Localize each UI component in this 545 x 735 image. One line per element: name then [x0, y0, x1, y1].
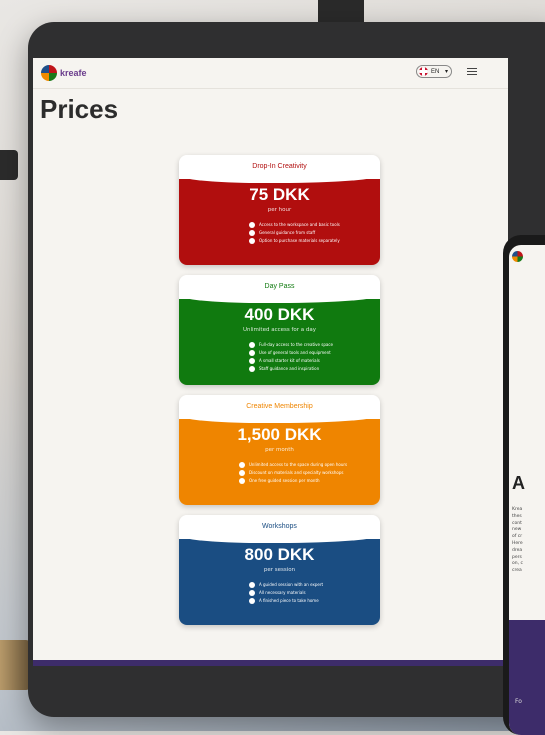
check-icon	[249, 222, 255, 228]
uk-flag-icon	[419, 67, 428, 76]
card-body: 800 DKK per session A guided session wit…	[179, 535, 380, 625]
chevron-down-icon: ▾	[444, 69, 448, 75]
card-period: per month	[265, 447, 294, 453]
pricing-card-workshops[interactable]: Workshops 800 DKK per session A guided s…	[179, 515, 380, 625]
card-body: 400 DKK Unlimited access for a day Full-…	[179, 295, 380, 385]
pricing-card-day-pass[interactable]: Day Pass 400 DKK Unlimited access for a …	[179, 275, 380, 385]
background-device-edge	[0, 150, 18, 180]
palette-logo-icon	[41, 65, 57, 81]
card-price: 800 DKK	[244, 545, 315, 564]
palette-logo-icon	[512, 251, 523, 262]
feature-list: Full-day access to the creative space Us…	[179, 341, 380, 373]
check-icon	[249, 358, 255, 364]
card-price: 75 DKK	[249, 185, 310, 204]
check-icon	[239, 462, 245, 468]
card-price: 1,500 DKK	[237, 425, 322, 444]
check-icon	[249, 230, 255, 236]
language-selector[interactable]: EN ▾	[416, 65, 452, 78]
card-price: 400 DKK	[244, 305, 315, 324]
feature-list: Access to the workspace and basic tools …	[179, 221, 380, 245]
language-label: EN	[431, 68, 440, 75]
tablet-screen: kreafe EN ▾ Prices Drop-In Creativity 75…	[33, 58, 508, 666]
phone-heading: A	[512, 473, 525, 493]
check-icon	[239, 470, 245, 476]
feature-item: A guided session with an expert	[249, 581, 380, 589]
feature-item: Discount on materials and specialty work…	[239, 469, 380, 477]
feature-item: General guidance from staff	[249, 229, 380, 237]
phone-footer-text: Fo	[515, 698, 522, 705]
feature-item: A finished piece to take home	[249, 597, 380, 605]
phone-device: A Krea thes cont new of cr Here drea per…	[503, 235, 545, 735]
card-body: 1,500 DKK per month Unlimited access to …	[179, 415, 380, 505]
logo-text: kreafe	[60, 68, 87, 78]
feature-list: Unlimited access to the space during ope…	[179, 461, 380, 485]
feature-item: Use of general tools and equipment	[249, 349, 380, 357]
feature-item: A small starter kit of materials	[249, 357, 380, 365]
check-icon	[249, 582, 255, 588]
site-logo[interactable]: kreafe	[41, 65, 87, 81]
card-period: per hour	[267, 207, 292, 213]
check-icon	[249, 590, 255, 596]
check-icon	[249, 350, 255, 356]
check-icon	[249, 366, 255, 372]
footer-bar	[33, 660, 508, 666]
check-icon	[239, 478, 245, 484]
card-body: 75 DKK per hour Access to the workspace …	[179, 175, 380, 265]
phone-screen: A Krea thes cont new of cr Here drea per…	[509, 245, 545, 735]
card-period: per session	[263, 567, 296, 573]
feature-item: Unlimited access to the space during ope…	[239, 461, 380, 469]
phone-footer: Fo	[509, 620, 545, 735]
feature-item: Access to the workspace and basic tools	[249, 221, 380, 229]
feature-item: Staff guidance and inspiration	[249, 365, 380, 373]
pricing-card-drop-in[interactable]: Drop-In Creativity 75 DKK per hour Acces…	[179, 155, 380, 265]
feature-item: One free guided session per month	[239, 477, 380, 485]
check-icon	[249, 598, 255, 604]
pricing-card-membership[interactable]: Creative Membership 1,500 DKK per month …	[179, 395, 380, 505]
card-period: Unlimited access for a day	[242, 327, 317, 333]
feature-item: All necessary materials	[249, 589, 380, 597]
phone-body-text: Krea thes cont new of cr Here drea pers …	[512, 507, 523, 574]
hamburger-menu-icon[interactable]	[467, 68, 477, 76]
top-navbar: kreafe EN ▾	[33, 58, 508, 89]
feature-item: Full-day access to the creative space	[249, 341, 380, 349]
page-title: Prices	[40, 94, 119, 124]
feature-item: Option to purchase materials separately	[249, 237, 380, 245]
background-object	[0, 640, 30, 690]
check-icon	[249, 238, 255, 244]
feature-list: A guided session with an expert All nece…	[179, 581, 380, 605]
check-icon	[249, 342, 255, 348]
